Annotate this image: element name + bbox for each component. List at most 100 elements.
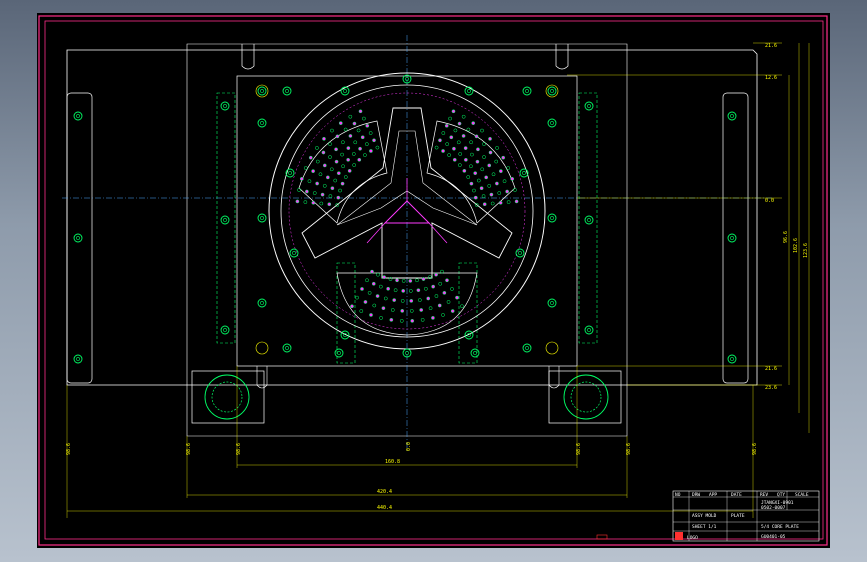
ejector-pin (372, 303, 377, 308)
ejector-pin (466, 175, 471, 179)
dim-right-5: 23.6 (765, 385, 777, 391)
ejector-pin (390, 308, 395, 312)
ejector-pin (333, 178, 338, 183)
mounting-hole-center (522, 171, 526, 175)
slot-top-right (555, 44, 569, 70)
ejector-pin (471, 121, 476, 126)
ejector-pin (356, 128, 361, 133)
dim-bottom-tick-2: 98.6 (186, 443, 192, 455)
mounting-hole-center (473, 351, 477, 355)
ejector-pin (350, 304, 354, 309)
cad-drawing[interactable]: 21.6 12.6 0.0 21.6 23.6 96.6 102.6 123.6… (37, 13, 830, 548)
mounting-hole (727, 354, 737, 364)
ejector-pin (480, 128, 484, 133)
mounting-hole (282, 86, 292, 96)
mounting-hole-center (223, 104, 227, 108)
ejector-pin (446, 300, 451, 304)
mounting-hole (220, 215, 230, 225)
ejector-pin (295, 199, 300, 204)
ejector-pin (343, 127, 348, 132)
mounting-hole-center (525, 346, 529, 350)
ejector-pin (299, 176, 304, 181)
ejector-pin (498, 200, 503, 205)
ejector-pin (506, 166, 511, 170)
ejector-pin (474, 134, 479, 139)
ejector-pin (311, 169, 315, 173)
ejector-pin (362, 116, 366, 121)
sheet-border-outer (38, 15, 828, 546)
ejector-pin (351, 152, 356, 156)
ejector-pin (392, 298, 397, 302)
dim-bottom-tick-5: 98.6 (626, 443, 632, 455)
mounting-hole (584, 101, 594, 111)
ejector-pin (400, 309, 405, 313)
ejector-pin (408, 279, 413, 283)
cad-viewport[interactable]: 21.6 12.6 0.0 21.6 23.6 96.6 102.6 123.6… (37, 13, 830, 548)
mounting-hole (282, 343, 292, 353)
tb-drawing-no: GU0401-05 (761, 534, 786, 540)
ejector-pin (375, 145, 380, 150)
ejector-pin (457, 163, 462, 167)
ejector-pin (415, 278, 419, 283)
ejector-pin (480, 167, 485, 172)
ejector-pin (367, 291, 372, 295)
mounting-hole (727, 111, 737, 121)
dim-right-vertical-3: 123.6 (803, 243, 809, 258)
ejector-pin (355, 295, 359, 300)
ejector-pin (452, 146, 456, 151)
tb-header-7: SCALE (795, 492, 809, 498)
ejector-pin (372, 138, 376, 143)
mounting-hole-center (730, 114, 734, 118)
mounting-hole-center (337, 351, 341, 355)
ejector-pin (476, 147, 480, 152)
mounting-hole-center (76, 236, 80, 240)
dim-right-4: 21.6 (765, 366, 777, 372)
ejector-pin (376, 272, 380, 277)
ejector-pin (322, 163, 327, 168)
mounting-hole (470, 348, 480, 358)
mounting-hole (73, 111, 83, 121)
boss-ring (545, 341, 559, 355)
ejector-pin (484, 175, 489, 180)
mounting-hole (334, 348, 344, 358)
ejector-pin (358, 146, 362, 151)
mounting-hole (584, 325, 594, 335)
mounting-hole-center (587, 328, 591, 332)
ejector-pin (370, 269, 374, 274)
ejector-pin (472, 188, 476, 193)
ejector-pin (335, 134, 340, 139)
ejector-pin (322, 184, 327, 188)
ejector-pin (308, 155, 313, 160)
ejector-pin (319, 201, 324, 206)
ejector-pin (506, 200, 511, 204)
ejector-pin (348, 134, 353, 138)
tb-part-name: 5/4 CORE PLATE (761, 524, 799, 530)
ejector-pin (463, 146, 468, 150)
dim-bottom-row-3: 440.4 (377, 505, 392, 511)
ejector-pin (450, 309, 455, 313)
ejector-pin (438, 138, 442, 143)
tb-row-3: ASSY MOLD (692, 513, 717, 519)
ejector-pin (452, 157, 457, 162)
ejector-pin (336, 171, 341, 176)
ejector-pin (426, 296, 431, 301)
ejector-pin (327, 202, 332, 207)
ejector-pin (424, 286, 428, 291)
dim-right-1: 21.6 (765, 43, 777, 49)
ejector-pin (343, 175, 348, 179)
company-logo (675, 532, 683, 540)
ejector-pin (482, 142, 486, 146)
ejector-pin (400, 299, 405, 303)
ejector-pin (437, 303, 442, 308)
ejector-pin (325, 175, 330, 180)
ejector-pin (494, 159, 499, 164)
ejector-pin (441, 149, 445, 153)
tb-header-2: DRW (692, 492, 700, 498)
ejector-pin (352, 121, 357, 126)
ejector-pin (469, 181, 474, 186)
ejector-pin (307, 179, 312, 184)
cylinder-right-outer (563, 374, 609, 420)
ejector-pin (382, 275, 386, 280)
ejector-pin (473, 171, 478, 176)
mounting-hole (73, 233, 83, 243)
